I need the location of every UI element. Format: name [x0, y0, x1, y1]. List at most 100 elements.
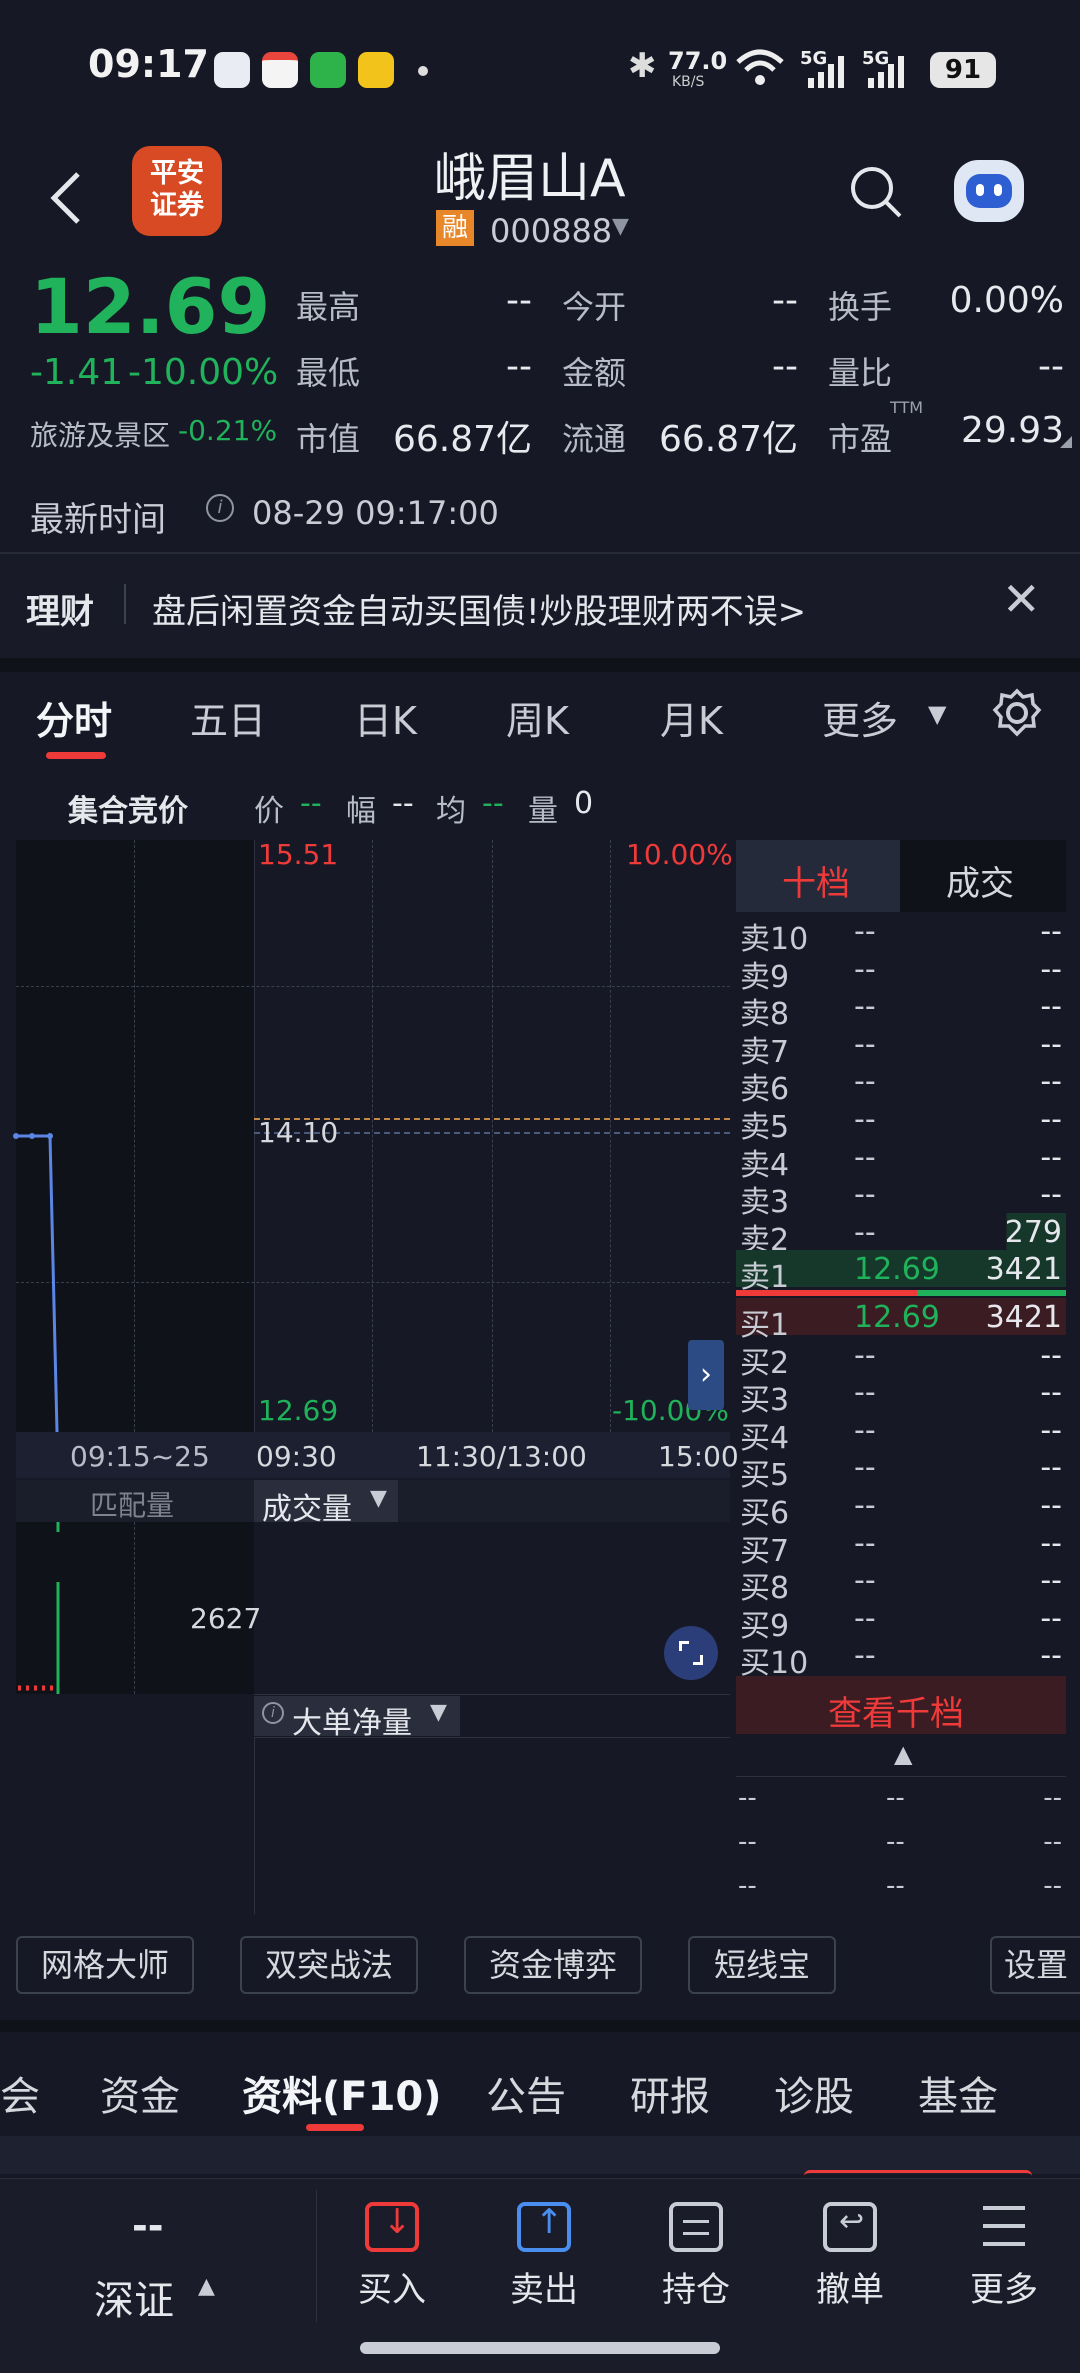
bid-price: --	[854, 1450, 876, 1486]
volume-indicator-selector[interactable]: 成交量 ▼	[254, 1480, 398, 1527]
collapse-up-icon[interactable]: ▲	[894, 1740, 912, 1768]
bid-volume: --	[1040, 1337, 1062, 1373]
ask-row[interactable]: 卖6 -- --	[736, 1062, 1066, 1107]
bid-row[interactable]: 买6 -- --	[736, 1486, 1066, 1531]
more-label: 更多	[970, 2270, 1038, 2310]
time-open: 09:30	[256, 1440, 337, 1473]
price-point	[29, 1133, 35, 1139]
tab-order-book-label: 十档	[782, 864, 850, 904]
bid-row[interactable]: 买3 -- --	[736, 1373, 1066, 1418]
positions-button[interactable]: 持仓	[636, 2202, 756, 2311]
trade-list: -- -- -- -- -- -- -- -- --	[736, 1776, 1066, 1916]
bid-volume: --	[1040, 1488, 1062, 1523]
y-axis-mid-price: 14.10	[258, 1116, 339, 1149]
match-volume-value: 2627	[190, 1602, 262, 1635]
ask-volume: 3421	[985, 1252, 1062, 1288]
cancel-order-button[interactable]: ↩ 撤单	[790, 2202, 910, 2311]
ask-price: --	[854, 1139, 876, 1175]
net-volume-selector[interactable]: i 大单净量 ▼	[254, 1696, 460, 1741]
ask-row[interactable]: 卖10 -- --	[736, 912, 1066, 957]
bid-price: --	[854, 1600, 876, 1636]
ask-volume: --	[1040, 1139, 1062, 1175]
ask-price: --	[854, 1214, 876, 1250]
market-index-name[interactable]: 深证	[94, 2268, 174, 2326]
ask-row[interactable]: 卖2 -- 279	[736, 1212, 1066, 1258]
ask-volume: --	[1040, 1177, 1062, 1213]
double-breakout-button[interactable]: 双突战法	[240, 1936, 418, 1994]
ask-volume: 279	[1004, 1214, 1062, 1250]
volume-indicator-label: 成交量	[262, 1492, 352, 1527]
tab-order-book[interactable]: 十档	[736, 840, 900, 912]
grid-master-button[interactable]: 网格大师	[16, 1936, 194, 1994]
gesture-home-bar[interactable]	[360, 2342, 720, 2354]
bid-row[interactable]: 买7 -- --	[736, 1524, 1066, 1569]
y-axis-top-pct: 10.00%	[626, 838, 733, 871]
view-level1000-button[interactable]: 查看千档	[736, 1676, 1066, 1734]
ask-row[interactable]: 卖7 -- --	[736, 1025, 1066, 1070]
more-menu-icon	[977, 2202, 1031, 2252]
market-index-value: --	[132, 2204, 164, 2248]
bid-price: --	[854, 1563, 876, 1599]
bid-price: --	[854, 1488, 876, 1523]
bid-row[interactable]: 买9 -- --	[736, 1599, 1066, 1644]
bid-row[interactable]: 买1 12.69 3421	[736, 1298, 1066, 1343]
tab-announcements[interactable]: 公告	[486, 2064, 566, 2122]
sell-button[interactable]: ↑ 卖出	[484, 2202, 604, 2311]
bid-row[interactable]: 买4 -- --	[736, 1411, 1066, 1456]
time-auction: 09:15~25	[70, 1440, 210, 1473]
fullscreen-icon[interactable]	[664, 1626, 718, 1680]
ask-row[interactable]: 卖9 -- --	[736, 950, 1066, 995]
price-series-line	[16, 1134, 59, 1433]
ask-volume: --	[1040, 1064, 1062, 1100]
ask-row[interactable]: 卖8 -- --	[736, 987, 1066, 1032]
bid-price: 12.69	[854, 1300, 940, 1335]
bid-row[interactable]: 买8 -- --	[736, 1561, 1066, 1606]
price-point	[13, 1133, 19, 1139]
ask-volume: --	[1040, 951, 1062, 987]
cancel-order-icon: ↩	[823, 2202, 877, 2252]
ask-row[interactable]: 卖1 12.69 3421	[736, 1250, 1066, 1295]
ask-row[interactable]: 卖4 -- --	[736, 1138, 1066, 1183]
tab-trades[interactable]: 成交	[946, 856, 1014, 905]
capital-game-button[interactable]: 资金博弈	[464, 1936, 642, 1994]
bid-price: --	[854, 1375, 876, 1411]
bid-row[interactable]: 买2 -- --	[736, 1336, 1066, 1381]
tab-meeting[interactable]: 会	[0, 2064, 40, 2122]
tab-capital[interactable]: 资金	[100, 2064, 180, 2122]
tab-diagnose[interactable]: 诊股	[774, 2064, 854, 2122]
tool-settings-button[interactable]: 设置	[990, 1936, 1080, 1994]
ask-price: --	[854, 914, 876, 949]
bid-price: --	[854, 1525, 876, 1561]
more-button[interactable]: 更多	[944, 2202, 1064, 2311]
ask-price: --	[854, 1102, 876, 1137]
bid-ask-ratio-bar	[736, 1290, 1066, 1296]
sell-icon: ↑	[517, 2202, 571, 2252]
ask-row[interactable]: 卖5 -- --	[736, 1100, 1066, 1145]
buy-label: 买入	[358, 2270, 426, 2310]
bid-price: --	[854, 1638, 876, 1674]
ask-volume: --	[1040, 1026, 1062, 1062]
tab-f10[interactable]: 资料(F10)	[242, 2064, 442, 2122]
ask-volume: --	[1040, 989, 1062, 1025]
info-tab-indicator	[306, 2124, 364, 2131]
tab-research[interactable]: 研报	[630, 2064, 710, 2122]
bid-row[interactable]: 买10 -- --	[736, 1636, 1066, 1681]
ask-price: --	[854, 1177, 876, 1213]
ask-price: --	[854, 1026, 876, 1062]
ask-row[interactable]: 卖3 -- --	[736, 1175, 1066, 1220]
net-info-icon[interactable]: i	[262, 1702, 284, 1724]
expand-orderbook-icon[interactable]: ›	[688, 1340, 724, 1410]
y-axis-top-price: 15.51	[258, 838, 339, 871]
ask-price: --	[854, 951, 876, 987]
bid-row[interactable]: 买5 -- --	[736, 1448, 1066, 1493]
bid-volume: --	[1040, 1375, 1062, 1411]
ask-price: --	[854, 1064, 876, 1100]
match-volume-label: 匹配量	[90, 1489, 175, 1522]
tab-fund[interactable]: 基金	[918, 2064, 998, 2122]
buy-button[interactable]: ↓ 买入	[332, 2202, 452, 2311]
bid-volume: --	[1040, 1563, 1062, 1599]
short-term-button[interactable]: 短线宝	[688, 1936, 836, 1994]
market-up-icon[interactable]: ▲	[198, 2274, 215, 2299]
ask-price: --	[854, 989, 876, 1025]
view-level1000-label: 查看千档	[828, 1694, 964, 1734]
